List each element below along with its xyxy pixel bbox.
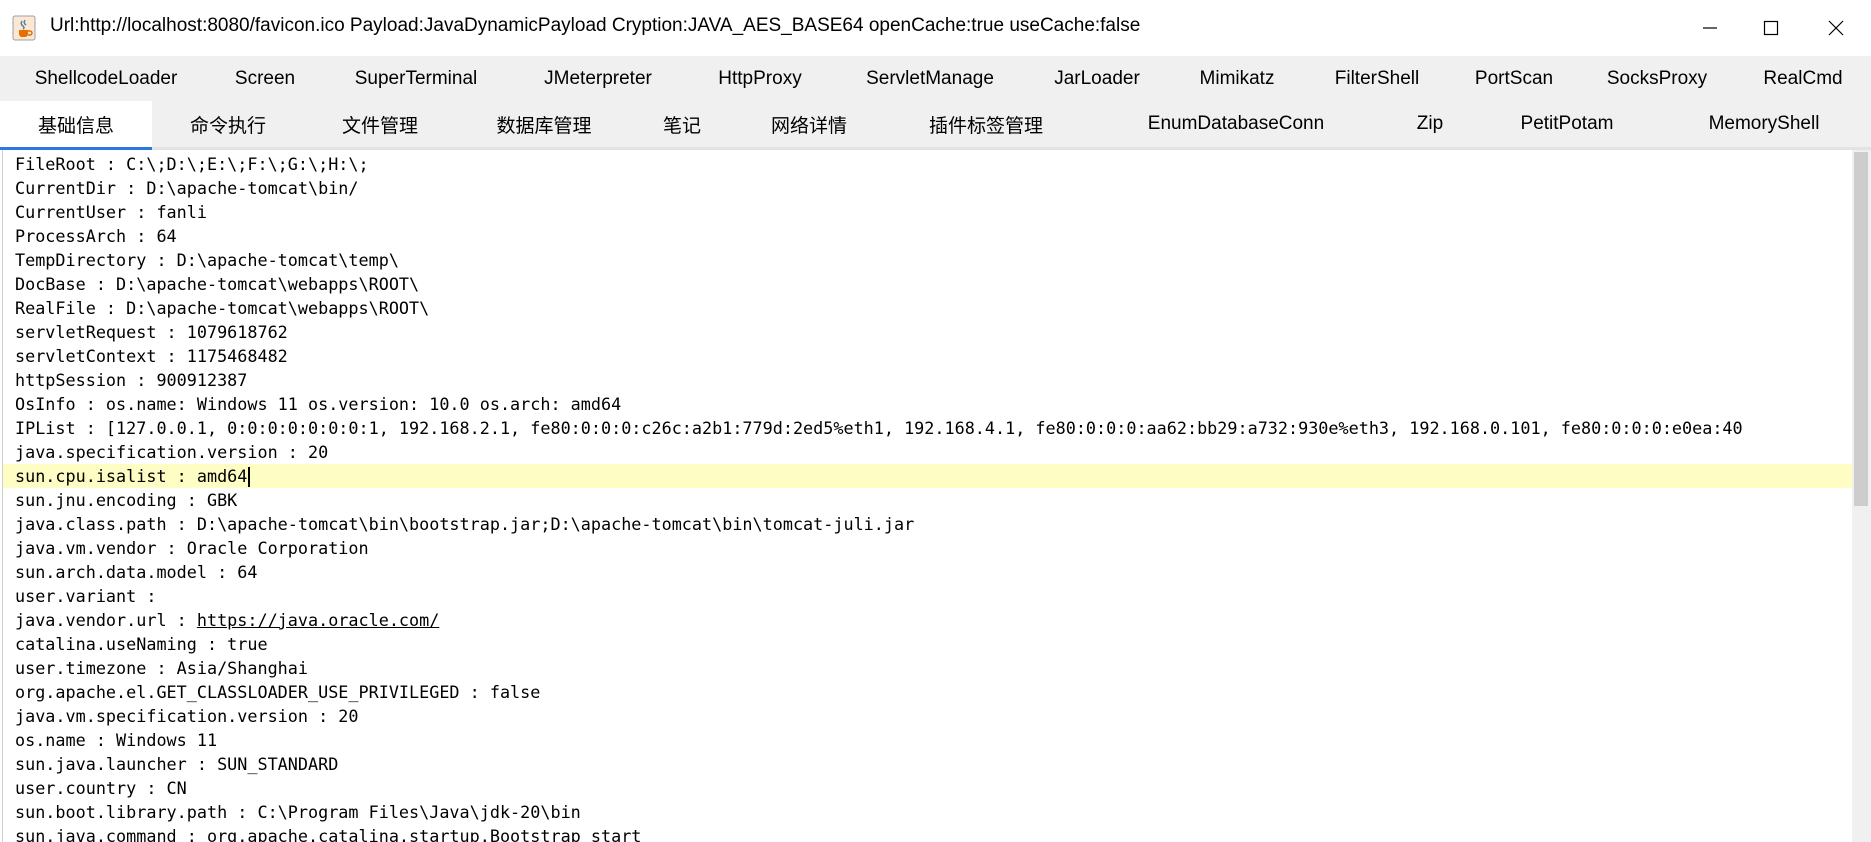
info-line: FileRoot : C:\;D:\;E:\;F:\;G:\;H:\;	[15, 154, 369, 174]
plugin-tab-bar: ShellcodeLoader Screen SuperTerminal JMe…	[0, 56, 1871, 101]
info-line: servletRequest : 1079618762	[15, 322, 288, 342]
tab-enumdatabaseconn[interactable]: EnumDatabaseConn	[1086, 101, 1386, 147]
tab-zip[interactable]: Zip	[1386, 101, 1474, 147]
maximize-icon	[1763, 20, 1779, 36]
info-line: CurrentDir : D:\apache-tomcat\bin/	[15, 178, 359, 198]
tab-jarloader[interactable]: JarLoader	[1022, 56, 1172, 101]
tab-command-exec[interactable]: 命令执行	[152, 101, 304, 147]
info-line: java.specification.version : 20	[15, 442, 329, 462]
info-line: RealFile : D:\apache-tomcat\webapps\ROOT…	[15, 298, 430, 318]
info-line: sun.java.command : org.apache.catalina.s…	[15, 826, 642, 842]
info-line: java.vm.vendor : Oracle Corporation	[15, 538, 369, 558]
tab-shellcodeloader[interactable]: ShellcodeLoader	[0, 56, 212, 101]
tab-servletmanage[interactable]: ServletManage	[838, 56, 1022, 101]
tab-socksproxy[interactable]: SocksProxy	[1576, 56, 1738, 101]
tab-screen[interactable]: Screen	[212, 56, 318, 101]
info-line: java.class.path : D:\apache-tomcat\bin\b…	[15, 514, 915, 534]
java-cup-icon	[12, 15, 36, 41]
close-icon	[1828, 20, 1844, 36]
tab-filtershell[interactable]: FilterShell	[1302, 56, 1452, 101]
tab-plugin-tag-manager[interactable]: 插件标签管理	[886, 101, 1086, 147]
minimize-icon	[1703, 27, 1717, 29]
vendor-url-link[interactable]: https://java.oracle.com/	[197, 610, 439, 630]
main-tab-bar: 基础信息 命令执行 文件管理 数据库管理 笔记 网络详情 插件标签管理 Enum…	[0, 101, 1871, 150]
info-line: sun.boot.library.path : C:\Program Files…	[15, 802, 581, 822]
tab-file-manager[interactable]: 文件管理	[304, 101, 456, 147]
info-line: sun.java.launcher : SUN_STANDARD	[15, 754, 339, 774]
text-caret	[248, 467, 251, 487]
info-line: user.variant :	[15, 586, 167, 606]
info-line: CurrentUser : fanli	[15, 202, 207, 222]
info-line: sun.jnu.encoding : GBK	[15, 490, 238, 510]
info-line: DocBase : D:\apache-tomcat\webapps\ROOT\	[15, 274, 420, 294]
info-line: os.name : Windows 11	[15, 730, 218, 750]
tab-httpproxy[interactable]: HttpProxy	[682, 56, 838, 101]
info-line: user.country : CN	[15, 778, 187, 798]
tab-mimikatz[interactable]: Mimikatz	[1172, 56, 1302, 101]
minimize-button[interactable]	[1680, 8, 1740, 48]
info-text-area[interactable]: FileRoot : C:\;D:\;E:\;F:\;G:\;H:\; Curr…	[2, 150, 1853, 842]
info-line: catalina.useNaming : true	[15, 634, 268, 654]
tab-superterminal[interactable]: SuperTerminal	[318, 56, 514, 101]
info-line: org.apache.el.GET_CLASSLOADER_USE_PRIVIL…	[15, 682, 541, 702]
tab-memoryshell[interactable]: MemoryShell	[1660, 101, 1868, 147]
close-button[interactable]	[1806, 8, 1866, 48]
tab-jmeterpreter[interactable]: JMeterpreter	[514, 56, 682, 101]
info-line: java.vm.specification.version : 20	[15, 706, 359, 726]
window-title: Url:http://localhost:8080/favicon.ico Pa…	[50, 15, 1141, 36]
info-line-text: java.vendor.url :	[15, 610, 197, 630]
tab-petitpotam[interactable]: PetitPotam	[1474, 101, 1660, 147]
info-line: OsInfo : os.name: Windows 11 os.version:…	[15, 394, 622, 414]
info-line: IPList : [127.0.0.1, 0:0:0:0:0:0:0:1, 19…	[15, 418, 1743, 438]
vertical-scrollbar[interactable]	[1852, 150, 1871, 842]
info-line-current: sun.cpu.isalist : amd64	[15, 464, 251, 488]
tab-database-manager[interactable]: 数据库管理	[456, 101, 632, 147]
info-line: httpSession : 900912387	[15, 370, 248, 390]
tab-realcmd[interactable]: RealCmd	[1738, 56, 1868, 101]
title-bar: Url:http://localhost:8080/favicon.ico Pa…	[0, 0, 1871, 57]
tab-basic-info[interactable]: 基础信息	[0, 101, 152, 150]
tab-portscan[interactable]: PortScan	[1452, 56, 1576, 101]
tab-notes[interactable]: 笔记	[632, 101, 732, 147]
info-line: user.timezone : Asia/Shanghai	[15, 658, 308, 678]
info-line: TempDirectory : D:\apache-tomcat\temp\	[15, 250, 399, 270]
info-line: servletContext : 1175468482	[15, 346, 288, 366]
info-line-text: sun.cpu.isalist : amd64	[15, 466, 248, 486]
info-line: ProcessArch : 64	[15, 226, 177, 246]
info-line-vendor-url: java.vendor.url : https://java.oracle.co…	[15, 608, 439, 632]
maximize-button[interactable]	[1741, 8, 1801, 48]
current-line-highlight	[3, 464, 1853, 488]
scrollbar-thumb[interactable]	[1854, 152, 1868, 506]
tab-network-details[interactable]: 网络详情	[732, 101, 886, 147]
info-line: sun.arch.data.model : 64	[15, 562, 258, 582]
